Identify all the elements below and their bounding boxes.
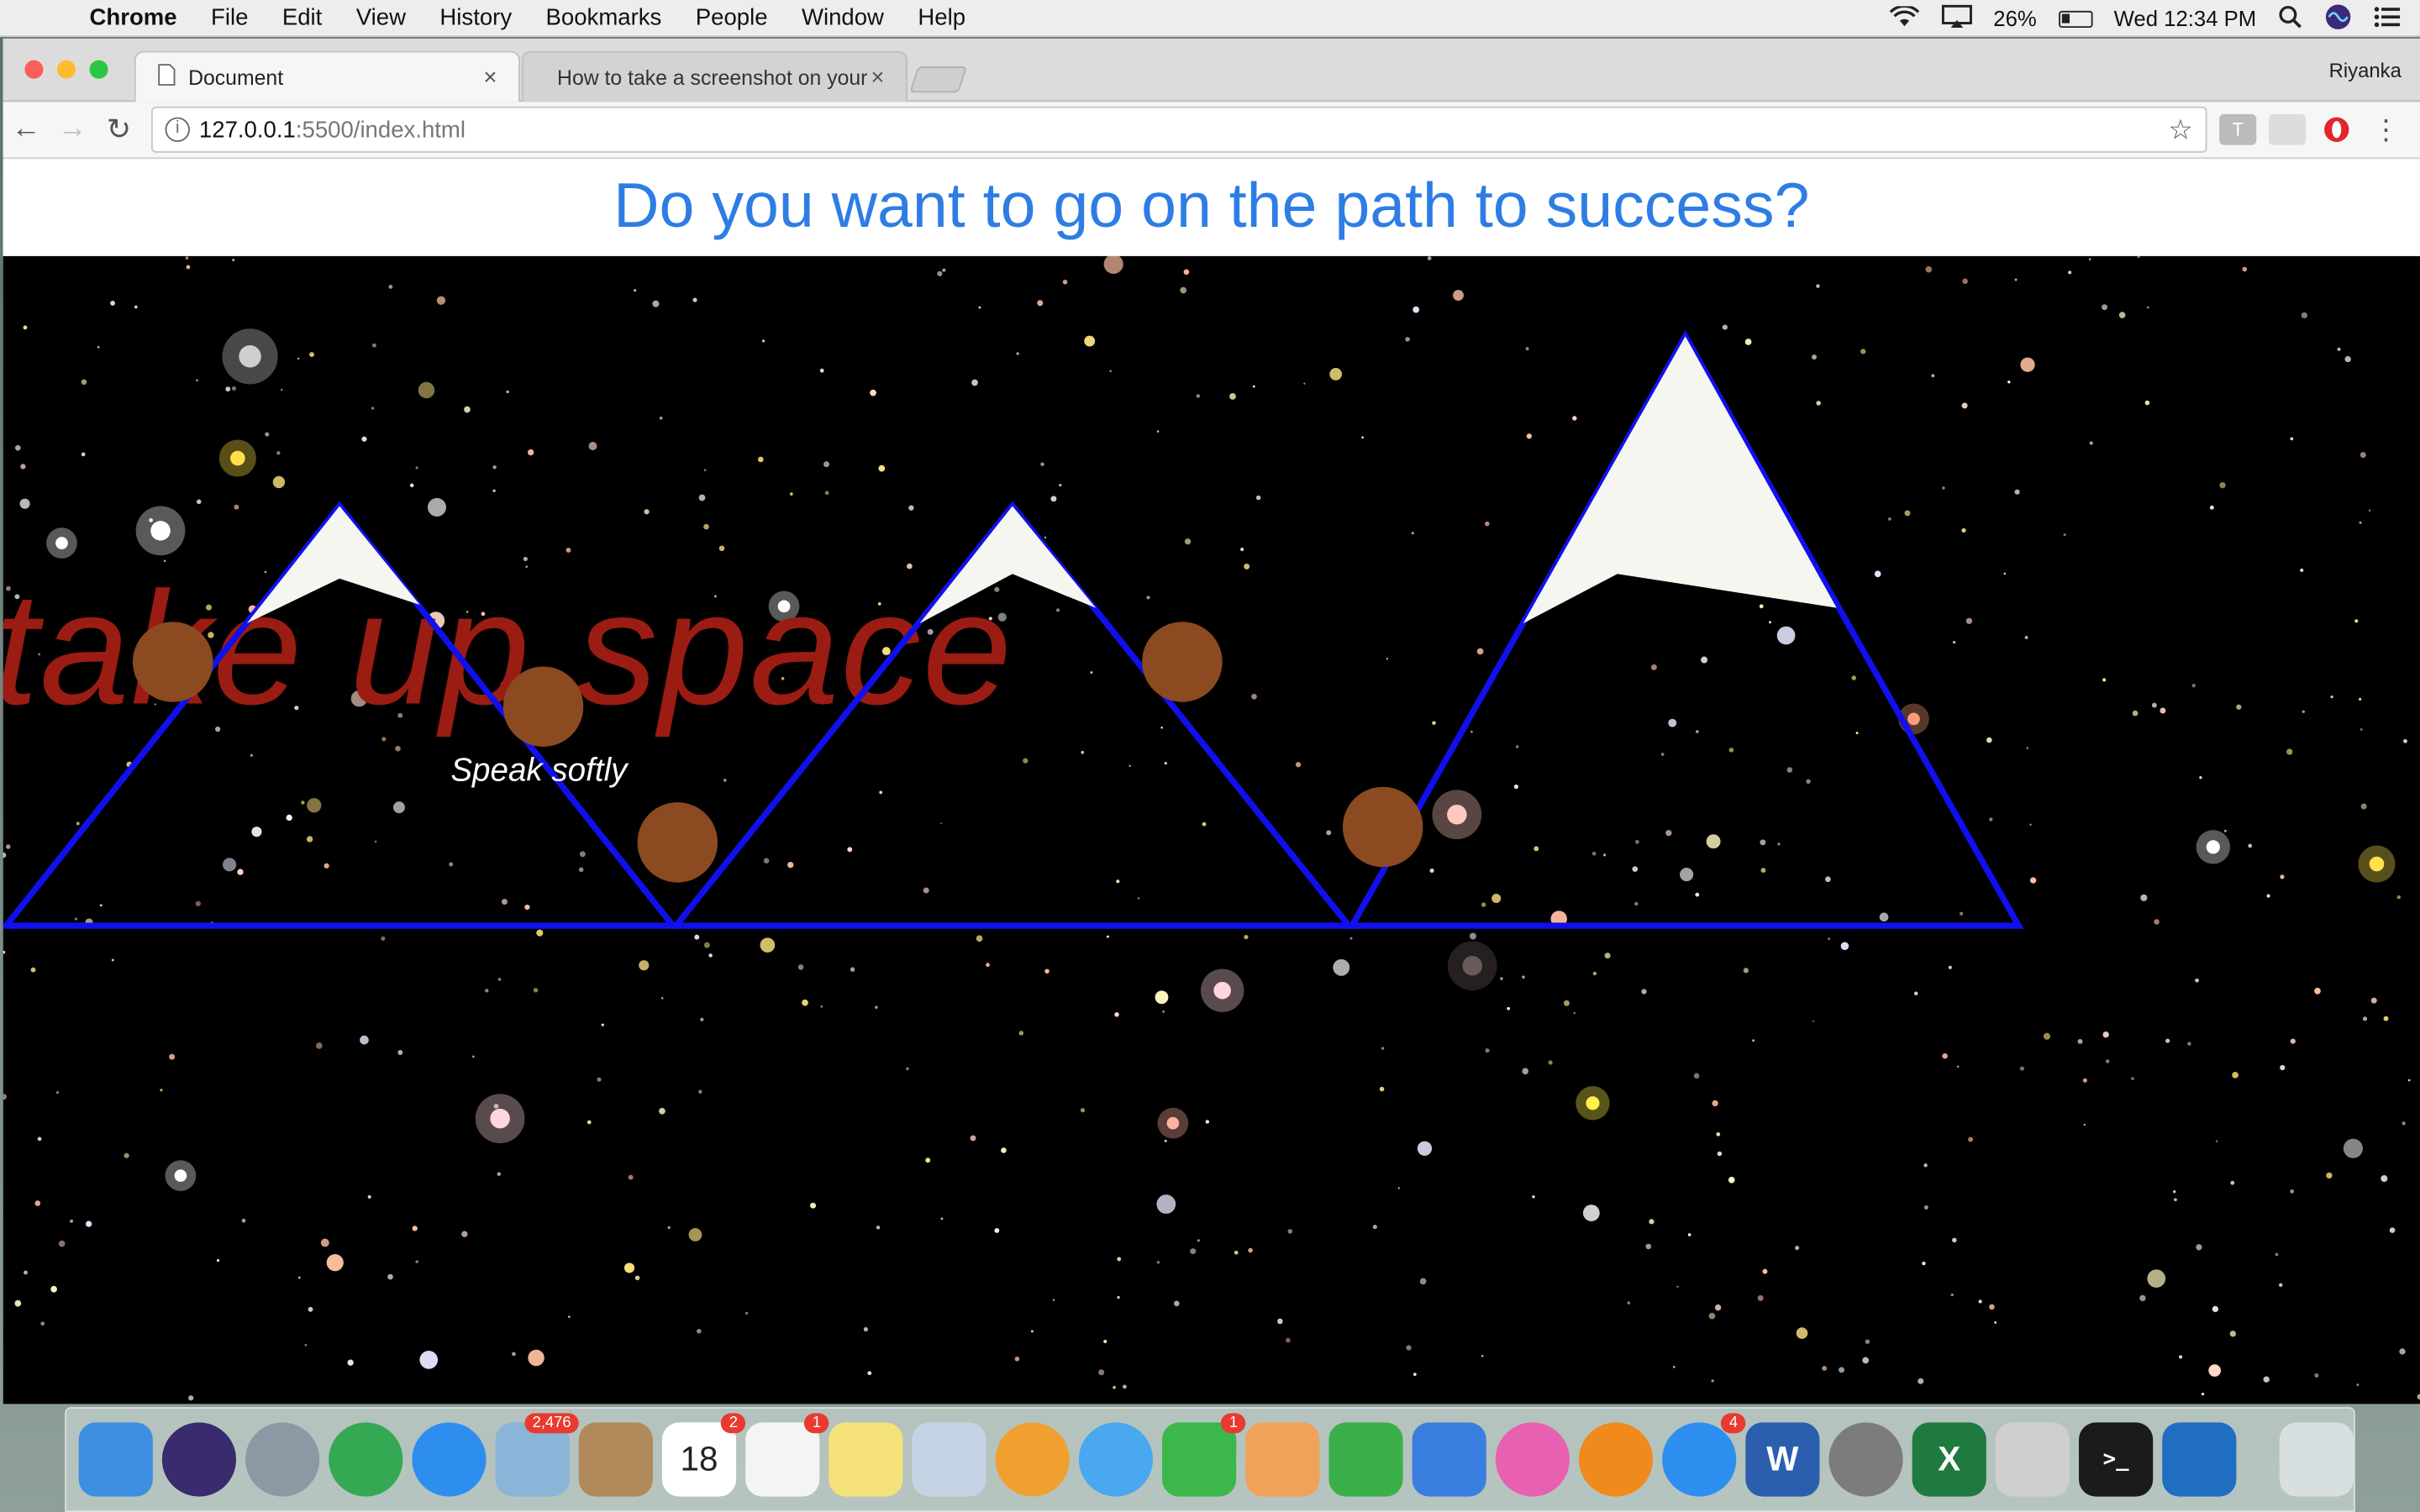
menu-app-name[interactable]: Chrome bbox=[90, 5, 177, 31]
dock-icon-label: W bbox=[1766, 1439, 1799, 1478]
numbers-icon[interactable] bbox=[1328, 1422, 1403, 1497]
system-preferences-icon[interactable] bbox=[1828, 1422, 1903, 1497]
chrome-menu-icon[interactable]: ⋮ bbox=[2367, 113, 2404, 145]
contacts-icon[interactable] bbox=[578, 1422, 653, 1497]
notification-center-icon[interactable] bbox=[2374, 5, 2402, 31]
extension-t-icon[interactable]: T bbox=[2219, 113, 2257, 145]
siri-icon[interactable] bbox=[161, 1422, 237, 1497]
forward-arrow-icon[interactable]: → bbox=[50, 113, 96, 146]
tab-strip: Document × How to take a screenshot on y… bbox=[3, 38, 2420, 102]
trash-icon[interactable] bbox=[2279, 1422, 2354, 1497]
airplay-icon[interactable] bbox=[1941, 3, 1972, 34]
notification-badge: 1 bbox=[1221, 1413, 1246, 1434]
browser-window: Document × How to take a screenshot on y… bbox=[3, 38, 2420, 1404]
tab-document[interactable]: Document × bbox=[134, 50, 520, 102]
notification-badge: 1 bbox=[804, 1413, 829, 1434]
tab-screenshot-guide[interactable]: How to take a screenshot on your Mac × bbox=[521, 50, 908, 102]
reminders-icon[interactable]: 1 bbox=[745, 1413, 829, 1497]
battery-icon[interactable] bbox=[2058, 9, 2092, 28]
close-tab-icon[interactable]: × bbox=[483, 64, 497, 90]
launchpad-icon[interactable] bbox=[245, 1422, 320, 1497]
notification-badge: 2,476 bbox=[524, 1413, 579, 1434]
menu-help[interactable]: Help bbox=[918, 5, 965, 31]
photos-icon[interactable] bbox=[995, 1422, 1070, 1497]
safari-icon[interactable] bbox=[412, 1422, 487, 1497]
profile-name[interactable]: Riyanka bbox=[2329, 59, 2402, 82]
keynote-icon[interactable] bbox=[1412, 1422, 1486, 1497]
menu-people[interactable]: People bbox=[696, 5, 768, 31]
battery-percent[interactable]: 26% bbox=[1993, 6, 2036, 30]
reload-icon[interactable]: ↻ bbox=[96, 112, 142, 147]
ball bbox=[502, 666, 584, 747]
menu-view[interactable]: View bbox=[356, 5, 406, 31]
minimize-window-button[interactable] bbox=[56, 60, 76, 79]
close-window-button[interactable] bbox=[24, 60, 44, 79]
snowcap-middle bbox=[919, 506, 1097, 624]
browser-toolbar: ← → ↻ i 127.0.0.1:5500/index.html ☆ T ⋮ bbox=[3, 102, 2420, 160]
pages-icon[interactable] bbox=[1245, 1422, 1320, 1497]
ball bbox=[637, 802, 718, 883]
facetime-icon[interactable]: 1 bbox=[1162, 1413, 1246, 1497]
bookmark-star-icon[interactable]: ☆ bbox=[2168, 113, 2193, 146]
macos-dock: 2,476 18 2 1 1 4 W X >_ bbox=[65, 1407, 2355, 1512]
info-icon[interactable]: i bbox=[165, 117, 190, 142]
notification-badge: 4 bbox=[1721, 1413, 1746, 1434]
ball bbox=[1342, 786, 1423, 868]
wifi-icon[interactable] bbox=[1888, 3, 1919, 31]
dock-icon-label: X bbox=[1938, 1439, 1961, 1478]
notification-badge: 2 bbox=[721, 1413, 746, 1434]
excel-icon[interactable]: X bbox=[1912, 1422, 1986, 1497]
new-tab-button[interactable] bbox=[909, 66, 968, 93]
url-path: :5500/index.html bbox=[295, 116, 466, 143]
finder-icon[interactable] bbox=[78, 1422, 153, 1497]
snowcap-right bbox=[1523, 336, 1837, 624]
close-tab-icon[interactable]: × bbox=[871, 64, 884, 90]
preview-icon[interactable] bbox=[912, 1422, 986, 1497]
zoom-window-button[interactable] bbox=[89, 60, 108, 79]
printer-icon[interactable] bbox=[1995, 1422, 2070, 1497]
menu-bookmarks[interactable]: Bookmarks bbox=[546, 5, 662, 31]
address-bar[interactable]: i 127.0.0.1:5500/index.html ☆ bbox=[150, 106, 2207, 153]
messages-icon[interactable] bbox=[1078, 1422, 1154, 1497]
mountains-drawing bbox=[3, 329, 2024, 929]
dock-icon-label: 18 bbox=[680, 1439, 718, 1478]
menu-file[interactable]: File bbox=[211, 5, 248, 31]
url-host: 127.0.0.1 bbox=[198, 116, 296, 143]
menu-window[interactable]: Window bbox=[802, 5, 884, 31]
terminal-icon[interactable]: >_ bbox=[2079, 1422, 2154, 1497]
document-icon bbox=[157, 63, 176, 91]
window-controls bbox=[24, 60, 108, 79]
tab-title: How to take a screenshot on your Mac bbox=[557, 66, 871, 89]
app-store-icon[interactable]: 4 bbox=[1662, 1413, 1746, 1497]
clock[interactable]: Wed 12:34 PM bbox=[2114, 6, 2257, 30]
chrome-icon[interactable] bbox=[329, 1422, 403, 1497]
tab-title: Document bbox=[188, 66, 284, 89]
itunes-icon[interactable] bbox=[1495, 1422, 1570, 1497]
word-icon[interactable]: W bbox=[1745, 1422, 1820, 1497]
starfield-canvas: take up space Speak softly bbox=[3, 255, 2420, 1404]
speak-softly-text: Speak softly bbox=[450, 753, 628, 789]
ball bbox=[132, 622, 213, 702]
vscode-icon[interactable] bbox=[2162, 1422, 2237, 1497]
page-heading: Do you want to go on the path to success… bbox=[3, 160, 2420, 256]
menu-history[interactable]: History bbox=[439, 5, 512, 31]
calendar-icon[interactable]: 18 2 bbox=[661, 1413, 746, 1497]
macos-menubar: Chrome File Edit View History Bookmarks … bbox=[0, 0, 2420, 38]
dock-icon-label: >_ bbox=[2102, 1446, 2129, 1473]
ibooks-icon[interactable] bbox=[1578, 1422, 1654, 1497]
siri-menubar-icon[interactable] bbox=[2324, 3, 2352, 35]
mail-icon[interactable]: 2,476 bbox=[495, 1413, 579, 1497]
spotlight-icon[interactable] bbox=[2278, 4, 2302, 34]
notes-icon[interactable] bbox=[829, 1422, 903, 1497]
ball bbox=[1142, 622, 1223, 702]
web-page: Do you want to go on the path to success… bbox=[3, 160, 2420, 1404]
snowcap-left bbox=[246, 506, 420, 624]
opera-extension-icon[interactable] bbox=[2318, 114, 2355, 145]
extension-gray-icon[interactable] bbox=[2268, 113, 2307, 145]
back-arrow-icon[interactable]: ← bbox=[3, 113, 50, 146]
menu-edit[interactable]: Edit bbox=[282, 5, 322, 31]
